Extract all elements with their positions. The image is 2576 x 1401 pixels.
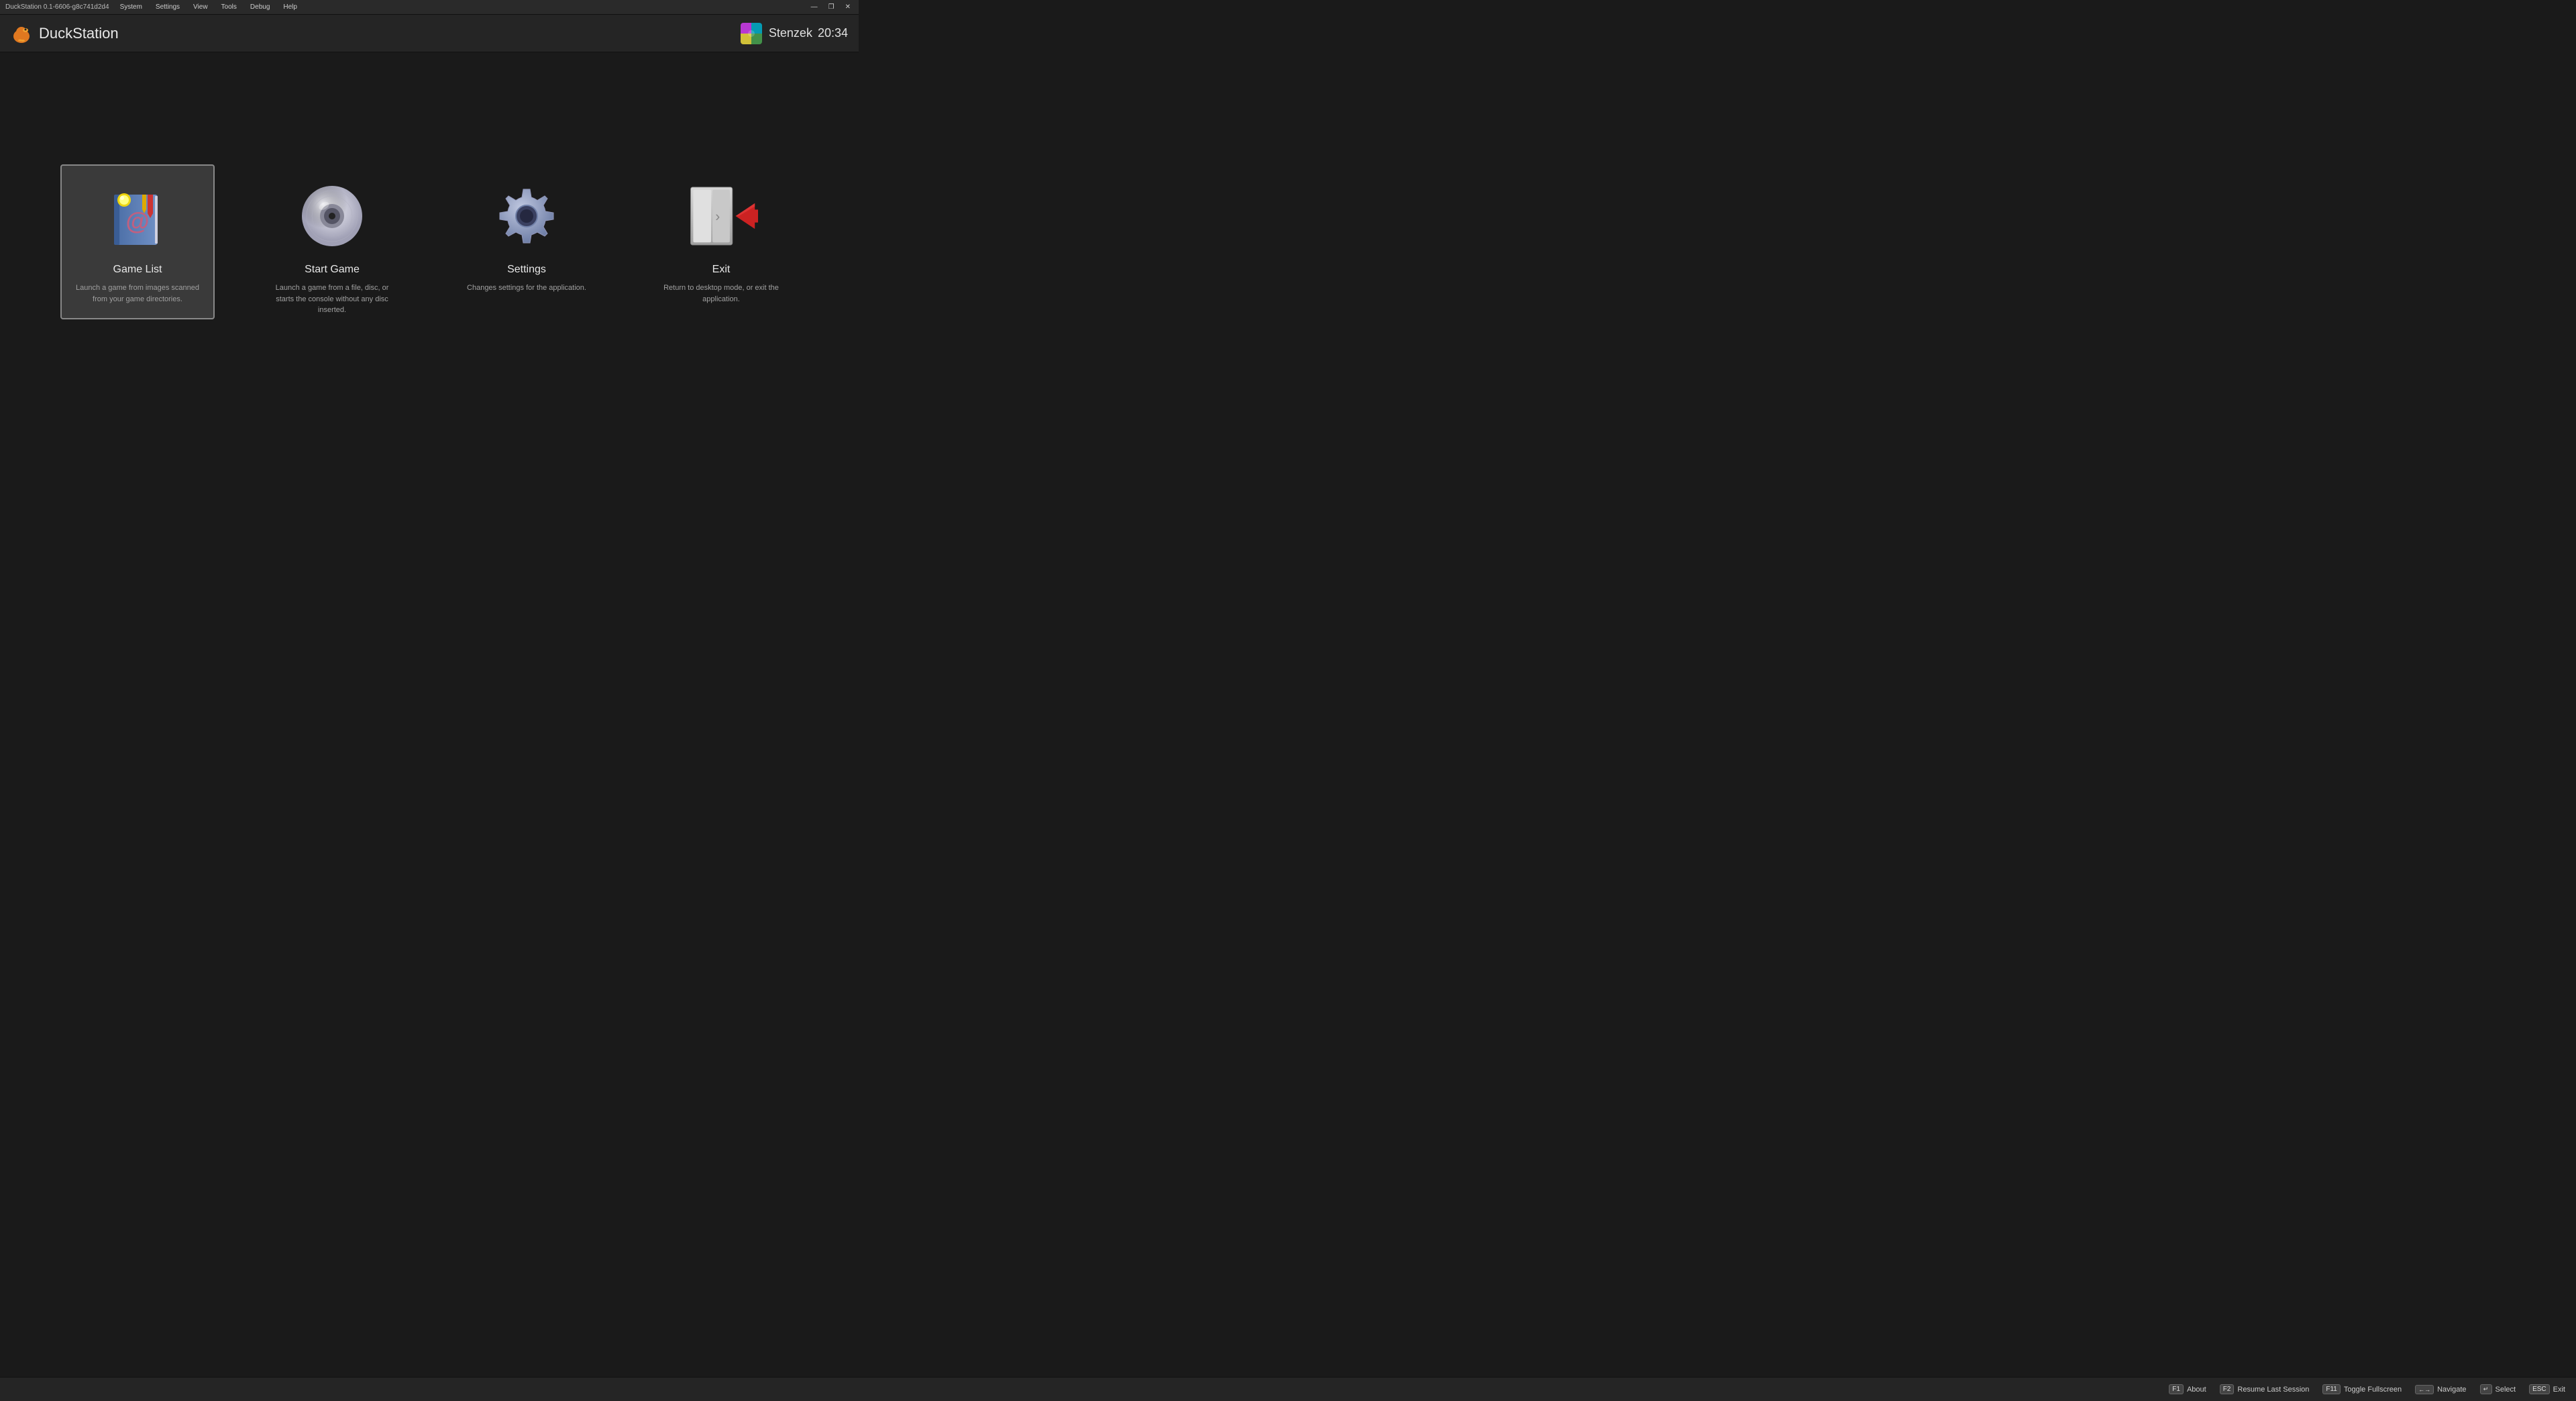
content: @ Game List Launch a game from images sc…	[0, 52, 859, 443]
title-bar-menus: System Settings View Tools Debug Help	[117, 2, 300, 12]
exit-card[interactable]: › Exit Return to desktop mode, or exit t…	[644, 164, 798, 319]
title-bar-left: DuckStation 0.1-6606-g8c741d2d4 System S…	[5, 2, 300, 12]
menu-help[interactable]: Help	[280, 2, 300, 12]
settings-icon	[490, 179, 564, 253]
navigate-key: ←→	[2415, 1385, 2434, 1394]
menu-tools[interactable]: Tools	[219, 2, 239, 12]
bottom-bar: F1 About F2 Resume Last Session F11 Togg…	[0, 1377, 2576, 1401]
resume-session-button[interactable]: F2 Resume Last Session	[2220, 1384, 2310, 1394]
window-title: DuckStation 0.1-6606-g8c741d2d4	[5, 3, 109, 11]
title-bar-controls: — ❐ ✕	[808, 3, 853, 11]
fullscreen-label: Toggle Fullscreen	[2344, 1386, 2402, 1394]
fullscreen-key: F11	[2322, 1384, 2341, 1394]
minimize-button[interactable]: —	[808, 3, 820, 11]
menu-system[interactable]: System	[117, 2, 145, 12]
user-name: Stenzek	[769, 26, 812, 40]
user-info: Stenzek 20:34	[769, 26, 848, 40]
menu-view[interactable]: View	[191, 2, 211, 12]
settings-desc: Changes settings for the application.	[467, 282, 586, 294]
exit-icon: ›	[684, 179, 758, 253]
exit-title: Exit	[712, 264, 731, 276]
start-game-desc: Launch a game from a file, disc, or star…	[270, 282, 394, 316]
settings-card[interactable]: Settings Changes settings for the applic…	[449, 164, 604, 309]
game-list-icon: @	[101, 179, 174, 253]
user-avatar-icon	[741, 23, 762, 44]
menu-settings[interactable]: Settings	[153, 2, 182, 12]
start-game-icon	[295, 179, 369, 253]
header: DuckStation Stenzek 20:34	[0, 15, 859, 52]
header-left: DuckStation	[11, 23, 119, 44]
navigate-label: Navigate	[2437, 1386, 2466, 1394]
exit-key: ESC	[2529, 1384, 2550, 1394]
menu-debug[interactable]: Debug	[248, 2, 272, 12]
game-list-title: Game List	[113, 264, 162, 276]
exit-bottom-label: Exit	[2553, 1386, 2565, 1394]
svg-text:@: @	[125, 207, 149, 235]
about-button[interactable]: F1 About	[2169, 1384, 2206, 1394]
exit-bottom-button[interactable]: ESC Exit	[2529, 1384, 2565, 1394]
navigate-button[interactable]: ←→ Navigate	[2415, 1385, 2466, 1394]
app-logo-icon	[11, 23, 32, 44]
cards-container: @ Game List Launch a game from images sc…	[60, 164, 798, 331]
select-label: Select	[2496, 1386, 2516, 1394]
game-list-card[interactable]: @ Game List Launch a game from images sc…	[60, 164, 215, 319]
toggle-fullscreen-button[interactable]: F11 Toggle Fullscreen	[2322, 1384, 2402, 1394]
maximize-button[interactable]: ❐	[826, 3, 837, 11]
about-label: About	[2187, 1386, 2206, 1394]
close-button[interactable]: ✕	[843, 3, 853, 11]
resume-label: Resume Last Session	[2237, 1386, 2309, 1394]
select-button[interactable]: ↵ Select	[2480, 1384, 2516, 1394]
resume-key: F2	[2220, 1384, 2235, 1394]
app-title: DuckStation	[39, 25, 119, 42]
header-right: Stenzek 20:34	[741, 23, 848, 44]
exit-desc: Return to desktop mode, or exit the appl…	[659, 282, 784, 305]
game-list-desc: Launch a game from images scanned from y…	[75, 282, 200, 305]
svg-text:›: ›	[715, 209, 720, 225]
title-bar: DuckStation 0.1-6606-g8c741d2d4 System S…	[0, 0, 859, 15]
select-key: ↵	[2480, 1384, 2492, 1394]
start-game-title: Start Game	[305, 264, 360, 276]
clock: 20:34	[818, 26, 848, 40]
about-key: F1	[2169, 1384, 2184, 1394]
settings-title: Settings	[507, 264, 546, 276]
start-game-card[interactable]: Start Game Launch a game from a file, di…	[255, 164, 409, 331]
